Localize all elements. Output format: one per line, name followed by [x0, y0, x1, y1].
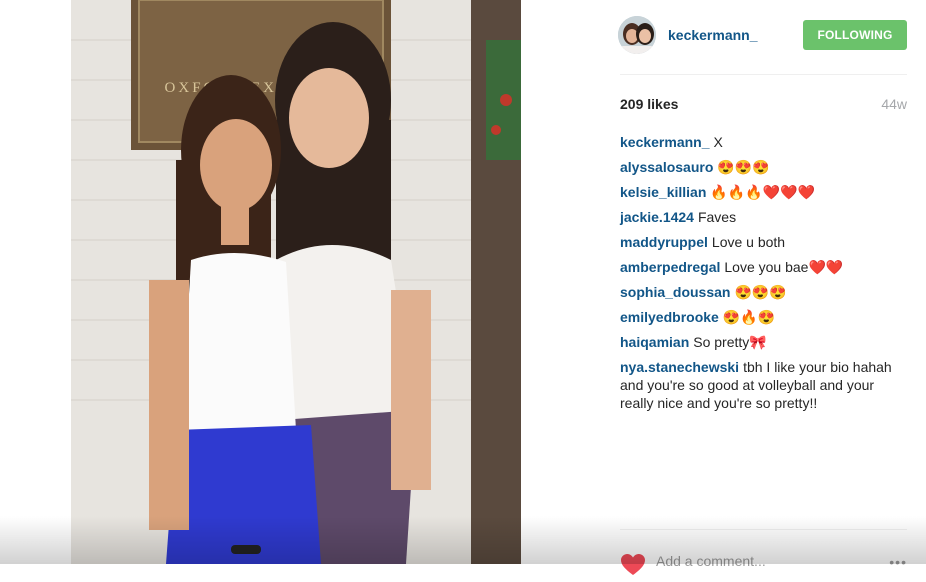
avatar-image [618, 16, 656, 54]
likes-count[interactable]: 209 likes [620, 96, 678, 112]
comment-username[interactable]: nya.stanechewski [620, 359, 739, 375]
comment-username[interactable]: sophia_doussan [620, 284, 730, 300]
comment-username[interactable]: haiqamian [620, 334, 689, 350]
author-username[interactable]: keckermann_ [668, 27, 758, 43]
comment-item: kelsie_killian 🔥🔥🔥❤️❤️❤️ [620, 183, 907, 201]
more-options-icon[interactable]: ••• [889, 554, 907, 570]
header-divider [620, 74, 907, 75]
comment-item: sophia_doussan 😍😍😍 [620, 283, 907, 301]
comment-username[interactable]: maddyruppel [620, 234, 708, 250]
comment-text: 😍😍😍 [717, 159, 770, 175]
comment-text: 🔥🔥🔥❤️❤️❤️ [710, 184, 815, 200]
post-sidebar: keckermann_ FOLLOWING 209 likes 44w keck… [618, 0, 907, 575]
comment-item: nya.stanechewski tbh I like your bio haha… [620, 358, 907, 412]
photo-illustration: OXFORD EXCHANGE [71, 0, 521, 564]
comment-item: keckermann_ X [620, 133, 907, 151]
comment-username[interactable]: keckermann_ [620, 134, 710, 150]
comment-text: Love u both [711, 234, 786, 250]
comment-text: So pretty🎀 [693, 334, 767, 350]
comment-username[interactable]: alyssalosauro [620, 159, 713, 175]
comment-username[interactable]: jackie.1424 [620, 209, 694, 225]
comment-text: Faves [697, 209, 737, 225]
comment-item: emilyedbrooke 😍🔥😍 [620, 308, 907, 326]
comment-bar: ••• [620, 530, 907, 575]
post-photo[interactable]: OXFORD EXCHANGE [71, 0, 521, 564]
comment-item: jackie.1424 Faves [620, 208, 907, 226]
post-header: keckermann_ FOLLOWING [618, 16, 907, 56]
comments-list: keckermann_ Xalyssalosauro 😍😍😍 kelsie_killi… [620, 133, 907, 419]
comment-username[interactable]: emilyedbrooke [620, 309, 719, 325]
post-age[interactable]: 44w [881, 96, 907, 112]
comment-username[interactable]: kelsie_killian [620, 184, 706, 200]
comment-item: alyssalosauro 😍😍😍 [620, 158, 907, 176]
comment-text: 😍😍😍 [734, 284, 787, 300]
comment-item: amberpedregal Love you bae❤️❤️ [620, 258, 907, 276]
following-button[interactable]: FOLLOWING [803, 20, 907, 50]
comment-item: maddyruppel Love u both [620, 233, 907, 251]
comment-text: X [713, 134, 723, 150]
comment-item: haiqamian So pretty🎀 [620, 333, 907, 351]
comment-username[interactable]: amberpedregal [620, 259, 720, 275]
comment-text: 😍🔥😍 [722, 309, 776, 325]
heart-icon[interactable] [620, 553, 646, 582]
avatar[interactable] [618, 16, 656, 54]
add-comment-input[interactable] [656, 553, 856, 569]
comment-text: Love you bae❤️❤️ [724, 259, 844, 275]
